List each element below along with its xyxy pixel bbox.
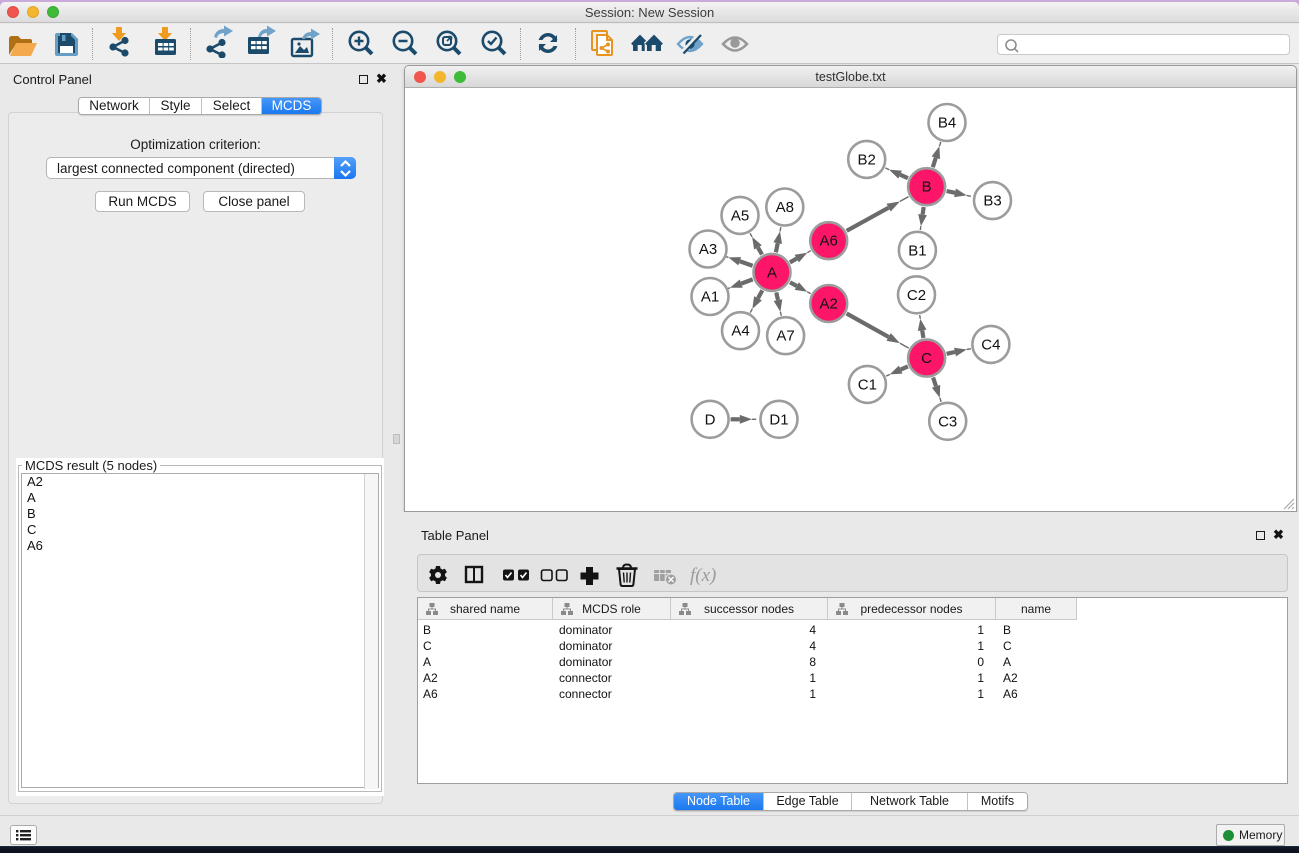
svg-text:A: A: [767, 264, 777, 281]
svg-text:C: C: [921, 350, 932, 367]
svg-text:B1: B1: [908, 242, 926, 259]
svg-text:B: B: [922, 179, 932, 196]
svg-text:B3: B3: [983, 193, 1001, 210]
svg-text:A4: A4: [731, 323, 749, 340]
svg-text:A1: A1: [701, 289, 719, 306]
svg-text:A8: A8: [776, 199, 794, 216]
svg-text:D: D: [705, 411, 716, 428]
svg-text:A5: A5: [731, 207, 749, 224]
svg-text:B4: B4: [938, 115, 956, 132]
svg-text:C3: C3: [938, 413, 957, 430]
svg-text:A6: A6: [820, 233, 838, 250]
svg-text:f(x): f(x): [690, 565, 716, 586]
svg-text:A3: A3: [699, 241, 717, 258]
svg-text:C1: C1: [858, 376, 877, 393]
svg-text:A7: A7: [776, 328, 794, 345]
svg-text:D1: D1: [769, 411, 788, 428]
svg-text:C2: C2: [907, 287, 926, 304]
svg-text:C4: C4: [981, 336, 1000, 353]
svg-text:A2: A2: [820, 296, 838, 313]
svg-text:B2: B2: [858, 151, 876, 168]
